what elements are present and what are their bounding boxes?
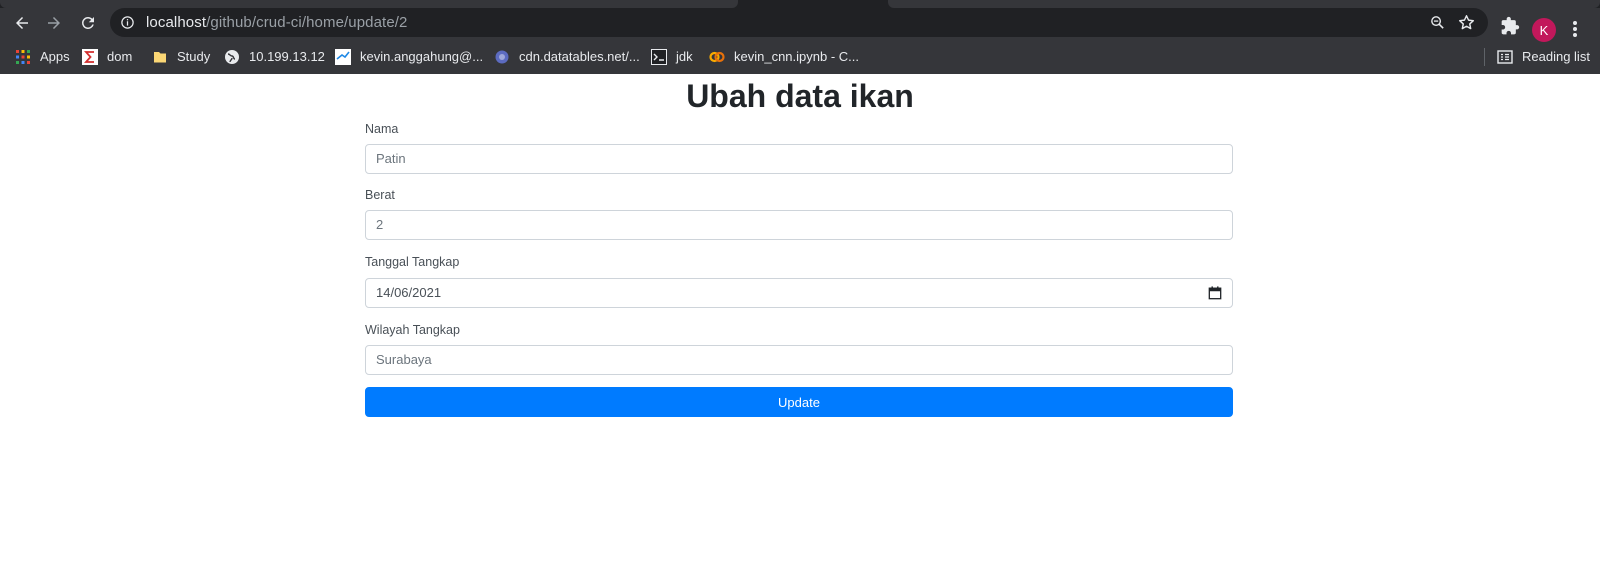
globe-icon bbox=[225, 49, 239, 64]
nama-input[interactable]: Patin bbox=[365, 144, 1233, 174]
reading-list-label: Reading list bbox=[1522, 49, 1590, 64]
update-button[interactable]: Update bbox=[365, 387, 1233, 417]
bookmark-jdk[interactable]: jdk bbox=[651, 44, 693, 69]
wilayah-tangkap-input[interactable]: Surabaya bbox=[365, 345, 1233, 375]
nama-label: Nama bbox=[365, 122, 399, 136]
bookmark-label: dom bbox=[107, 49, 133, 64]
bookmark-study[interactable]: Study bbox=[152, 44, 210, 69]
bookmark-datatables[interactable]: cdn.datatables.net/... bbox=[494, 44, 640, 69]
back-button[interactable] bbox=[7, 8, 37, 38]
bookmarks-divider bbox=[1484, 48, 1485, 66]
tanggal-tangkap-value: 14/06/2021 bbox=[376, 285, 442, 300]
address-bar[interactable]: localhost/github/crud-ci/home/update/2 bbox=[110, 8, 1488, 37]
page-content: Ubah data ikan Nama Patin Berat 2 Tangga… bbox=[0, 74, 1600, 586]
info-icon[interactable] bbox=[120, 15, 135, 30]
reading-list-icon bbox=[1497, 49, 1513, 64]
profile-avatar[interactable]: K bbox=[1532, 18, 1556, 42]
zoom-icon[interactable] bbox=[1429, 14, 1446, 31]
wilayah-tangkap-label: Wilayah Tangkap bbox=[365, 323, 460, 337]
browser-chrome: localhost/github/crud-ci/home/update/2 K… bbox=[0, 0, 1600, 74]
bookmark-star-icon[interactable] bbox=[1457, 13, 1476, 32]
mail-icon bbox=[335, 48, 351, 65]
berat-label: Berat bbox=[365, 188, 395, 202]
reload-icon bbox=[81, 16, 94, 29]
kebab-menu-icon[interactable] bbox=[1572, 18, 1578, 40]
bookmark-label: Apps bbox=[40, 49, 70, 64]
bookmark-ip[interactable]: 10.199.13.12 bbox=[224, 44, 325, 69]
extensions-puzzle-icon[interactable] bbox=[1500, 16, 1520, 36]
tanggal-tangkap-label: Tanggal Tangkap bbox=[365, 255, 460, 269]
bookmark-dom[interactable]: dom bbox=[82, 44, 132, 69]
browser-toolbar: localhost/github/crud-ci/home/update/2 K bbox=[0, 8, 1600, 42]
forward-arrow-icon bbox=[48, 17, 60, 29]
page-title: Ubah data ikan bbox=[686, 78, 914, 114]
bookmarks-bar: Apps dom Study 10.199.13.12 kevin.anggah… bbox=[0, 44, 1600, 69]
apps-grid-icon bbox=[16, 49, 30, 64]
colab-icon bbox=[709, 51, 725, 62]
tab-strip bbox=[0, 0, 1600, 8]
bookmark-label: Study bbox=[177, 49, 211, 64]
calendar-icon[interactable] bbox=[1208, 286, 1222, 300]
sigma-icon bbox=[82, 48, 98, 65]
bookmark-label: cdn.datatables.net/... bbox=[519, 49, 640, 64]
tab-left[interactable] bbox=[0, 0, 738, 8]
reading-list-button[interactable]: Reading list bbox=[1497, 44, 1590, 69]
bookmark-mail[interactable]: kevin.anggahung@... bbox=[335, 44, 483, 69]
bookmark-label: kevin.anggahung@... bbox=[360, 49, 484, 64]
url-text[interactable]: localhost/github/crud-ci/home/update/2 bbox=[146, 14, 407, 31]
bookmark-label: 10.199.13.12 bbox=[249, 49, 325, 64]
bookmark-apps[interactable]: Apps bbox=[15, 44, 70, 69]
bookmark-label: jdk bbox=[676, 49, 693, 64]
url-host: localhost bbox=[146, 14, 207, 31]
reload-button[interactable] bbox=[73, 8, 103, 38]
folder-icon bbox=[154, 51, 166, 62]
berat-input[interactable]: 2 bbox=[365, 210, 1233, 240]
tanggal-tangkap-input[interactable]: 14/06/2021 bbox=[365, 278, 1233, 308]
forward-button[interactable] bbox=[39, 8, 69, 38]
terminal-icon bbox=[651, 48, 667, 65]
bookmark-colab[interactable]: kevin_cnn.ipynb - C... bbox=[709, 44, 859, 69]
datatables-icon bbox=[495, 50, 509, 63]
url-path: /github/crud-ci/home/update/2 bbox=[206, 14, 408, 31]
back-arrow-icon bbox=[16, 17, 28, 29]
tab-right[interactable] bbox=[888, 0, 1600, 8]
bookmark-label: kevin_cnn.ipynb - C... bbox=[734, 49, 860, 64]
